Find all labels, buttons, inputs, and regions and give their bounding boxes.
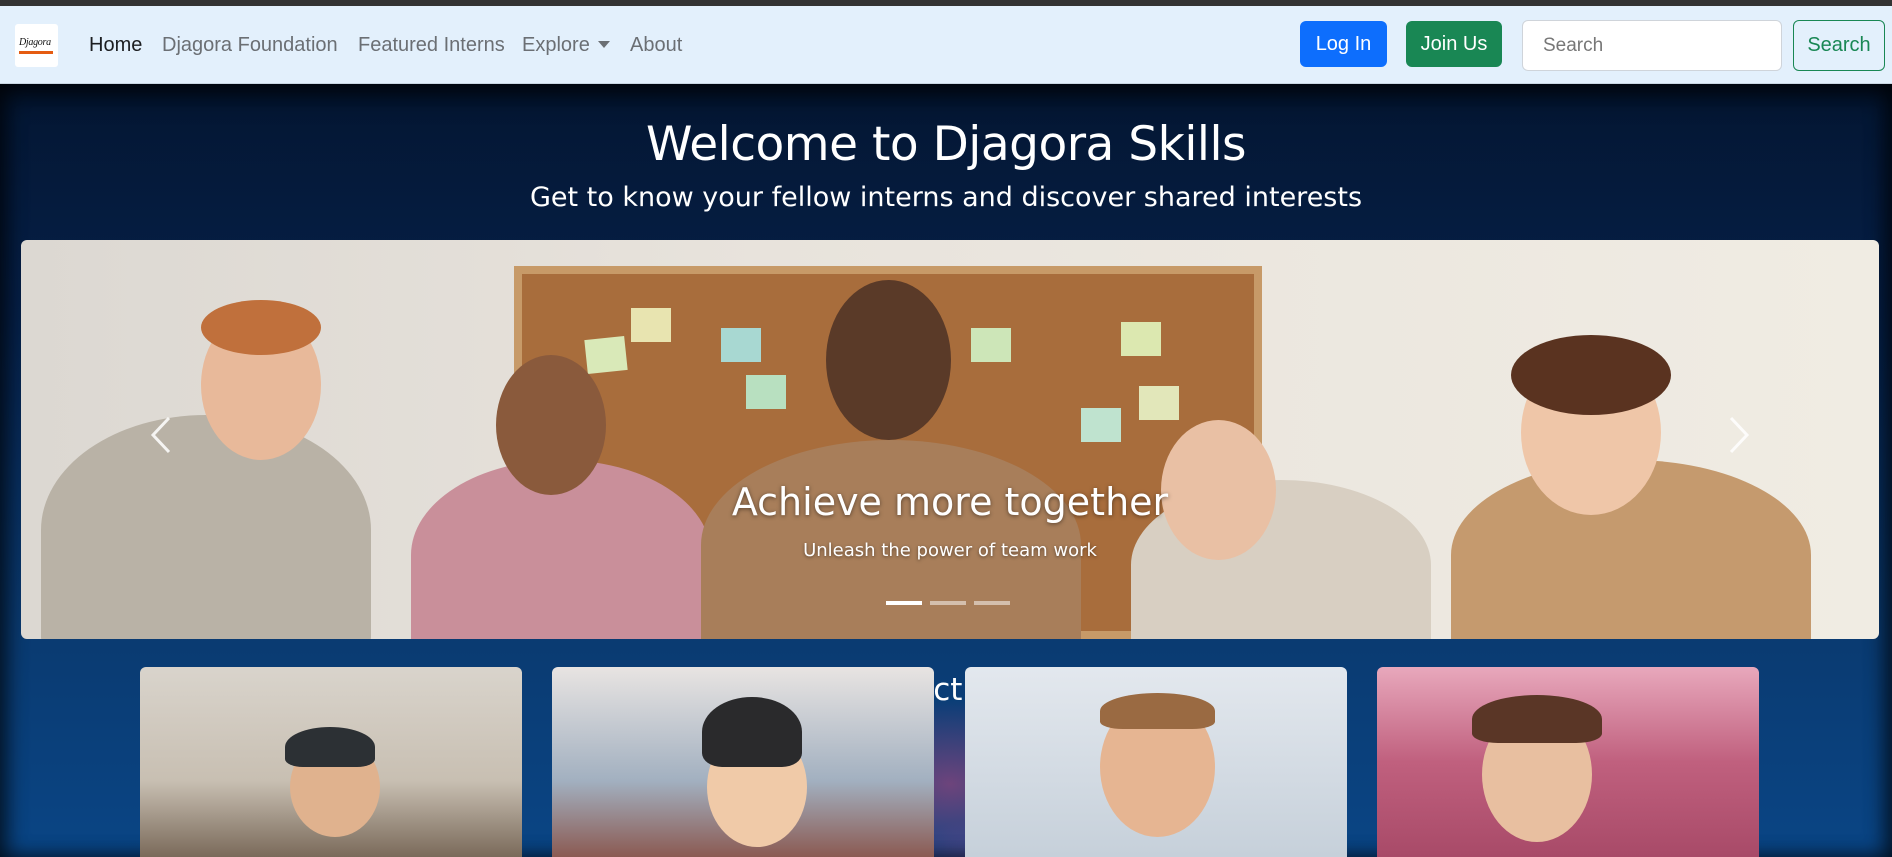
intern-card[interactable] (140, 667, 522, 857)
carousel-slide-image (21, 240, 1879, 639)
intern-card[interactable] (965, 667, 1347, 857)
nav-djagora-foundation[interactable]: Djagora Foundation (162, 34, 338, 57)
carousel-caption-subtitle: Unleash the power of team work (803, 540, 1097, 561)
carousel-indicator-1[interactable] (886, 601, 922, 605)
sticky-note (721, 328, 761, 362)
intern-card[interactable] (552, 667, 934, 857)
logo-underline (19, 51, 53, 54)
sticky-note (631, 308, 671, 342)
carousel-indicators (886, 601, 1010, 605)
nav-featured-interns[interactable]: Featured Interns (358, 34, 505, 57)
person-head (496, 355, 606, 495)
carousel-next-button[interactable] (1719, 410, 1759, 460)
sticky-note (971, 328, 1011, 362)
logo-wordmark: Djagora (19, 37, 51, 48)
nav-home[interactable]: Home (89, 34, 142, 57)
join-us-button[interactable]: Join Us (1406, 21, 1502, 67)
sticky-note (1139, 386, 1179, 420)
intern-beanie (702, 697, 802, 767)
chevron-right-icon (1729, 416, 1750, 454)
nav-explore-dropdown[interactable]: Explore (522, 34, 610, 57)
hero-carousel: Achieve more together Unleash the power … (21, 240, 1879, 639)
nav-about[interactable]: About (630, 34, 682, 57)
chevron-down-icon (597, 41, 610, 48)
sticky-note (746, 375, 786, 409)
navbar: Djagora Home Djagora Foundation Featured… (0, 6, 1892, 84)
intern-card[interactable] (1377, 667, 1759, 857)
carousel-indicator-2[interactable] (930, 601, 966, 605)
djagora-logo[interactable]: Djagora (15, 24, 58, 67)
intern-hair (1472, 695, 1602, 743)
sticky-note (1081, 408, 1121, 442)
hero-subtitle: Get to know your fellow interns and disc… (529, 182, 1363, 213)
intern-hair (1100, 693, 1215, 729)
hero-title: Welcome to Djagora Skills (646, 117, 1246, 172)
sticky-note (1121, 322, 1161, 356)
person-hair (1511, 335, 1671, 415)
intern-cap (285, 727, 375, 767)
carousel-caption-title: Achieve more together (731, 480, 1169, 524)
sticky-note (584, 336, 628, 374)
search-input[interactable] (1522, 20, 1782, 71)
search-button[interactable]: Search (1793, 20, 1885, 71)
person-hair (201, 300, 321, 355)
chevron-left-icon (150, 416, 171, 454)
person-head (826, 280, 951, 440)
login-button[interactable]: Log In (1300, 21, 1387, 67)
carousel-indicator-3[interactable] (974, 601, 1010, 605)
carousel-prev-button[interactable] (141, 410, 181, 460)
person-silhouette (41, 415, 371, 639)
nav-explore-label: Explore (522, 34, 590, 56)
